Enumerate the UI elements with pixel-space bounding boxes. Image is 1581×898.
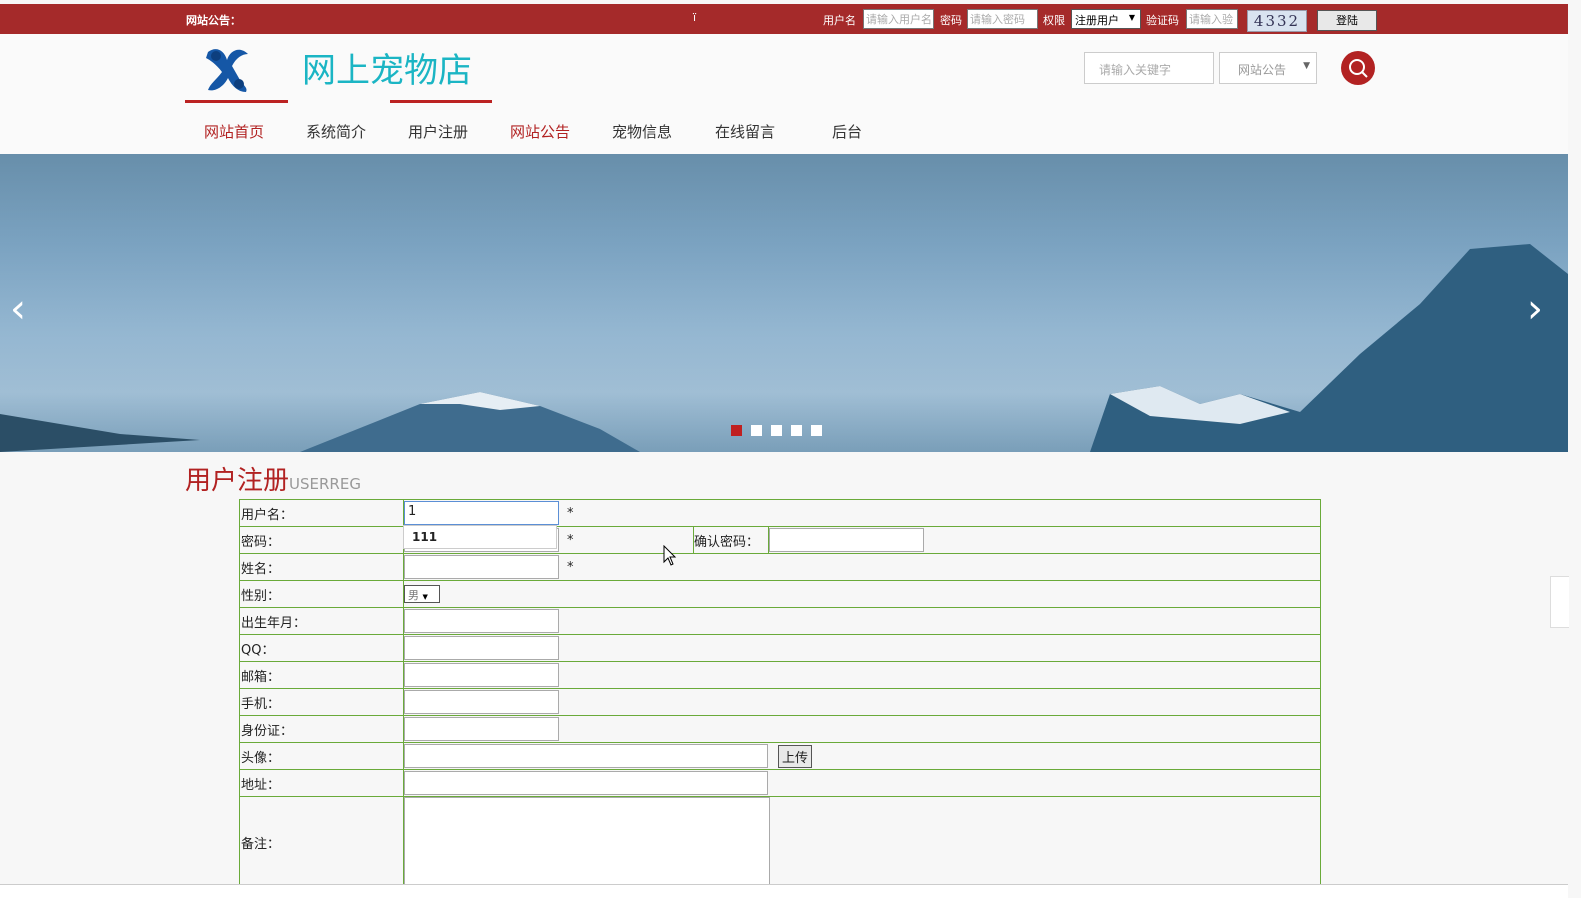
phone-label: 手机： (239, 688, 404, 716)
autocomplete-suggestion[interactable]: 111 (403, 525, 557, 549)
nav-item-home[interactable]: 网站首页 (204, 121, 264, 142)
section-title-text: 用户注册 (185, 466, 290, 496)
required-mark: * (567, 505, 574, 521)
nav-item-notice[interactable]: 网站公告 (510, 121, 570, 142)
notice-marquee: ï (693, 11, 697, 24)
captcha-image[interactable]: 4332 (1247, 10, 1307, 32)
nav-active-indicator (185, 100, 288, 103)
role-select-value: 注册用户 (1075, 14, 1119, 27)
remark-textarea[interactable] (404, 797, 770, 887)
login-captcha-input[interactable]: 请输入验 (1186, 9, 1238, 29)
email-input[interactable] (404, 663, 559, 687)
top-bar: 网站公告： ï 用户名 请输入用户名 密码 请输入密码 权限 注册用户 ▼ 验证… (0, 4, 1568, 34)
nav-item-about[interactable]: 系统简介 (306, 121, 366, 142)
birth-input[interactable] (404, 609, 559, 633)
required-mark: * (567, 532, 574, 548)
header-search-category-select[interactable]: 网站公告 ▼ (1219, 52, 1317, 84)
login-password-input[interactable]: 请输入密码 (967, 9, 1038, 29)
notice-label: 网站公告： (186, 14, 241, 27)
bottom-bar (0, 884, 1568, 898)
avatar-input[interactable] (404, 744, 768, 768)
login-username-label: 用户名 (823, 14, 856, 27)
site-title: 网上宠物店 (302, 51, 472, 91)
slide-dot[interactable] (751, 425, 762, 436)
name-input[interactable] (404, 555, 559, 579)
birth-label: 出生年月： (239, 607, 404, 635)
address-input[interactable] (404, 771, 768, 795)
username-label: 用户名： (239, 499, 404, 527)
name-label: 姓名： (239, 553, 404, 581)
gender-label: 性别： (239, 580, 404, 608)
site-logo-icon[interactable] (202, 46, 252, 94)
slide-dot[interactable] (731, 425, 742, 436)
idcard-input[interactable] (404, 717, 559, 741)
search-category-value: 网站公告 (1238, 63, 1287, 77)
phone-input[interactable] (404, 690, 559, 714)
login-role-select[interactable]: 注册用户 ▼ (1071, 9, 1141, 29)
next-slide-icon[interactable]: › (1527, 286, 1543, 332)
chevron-down-icon: ▼ (1303, 61, 1310, 71)
qq-input[interactable] (404, 636, 559, 660)
gender-select[interactable]: 男 ▼ (404, 585, 440, 603)
section-title: 用户注册USERREG (185, 460, 361, 497)
slide-dot[interactable] (811, 425, 822, 436)
nav-item-messages[interactable]: 在线留言 (715, 121, 775, 142)
site-header: 网上宠物店 请输入关键字 网站公告 ▼ (0, 34, 1568, 105)
login-username-input[interactable]: 请输入用户名 (863, 9, 934, 29)
main-nav: 网站首页 系统简介 用户注册 网站公告 宠物信息 在线留言 后台 (0, 104, 1568, 154)
login-role-label: 权限 (1043, 14, 1065, 27)
prev-slide-icon[interactable]: ‹ (10, 286, 26, 332)
banner-image (0, 154, 1568, 452)
upload-button[interactable]: 上传 (778, 744, 813, 768)
chevron-down-icon: ▼ (422, 593, 428, 601)
mouse-cursor-icon (663, 545, 677, 566)
email-label: 邮箱： (239, 661, 404, 689)
slide-dot[interactable] (771, 425, 782, 436)
confirm-password-input[interactable] (769, 528, 924, 552)
side-float-tab[interactable] (1550, 576, 1569, 628)
username-input[interactable]: 1 (404, 501, 559, 525)
gender-value: 男 (408, 589, 419, 602)
idcard-label: 身份证： (239, 715, 404, 743)
search-button[interactable] (1341, 51, 1375, 85)
remark-label: 备注： (239, 796, 404, 888)
login-button[interactable]: 登陆 (1317, 10, 1377, 31)
password-label: 密码： (239, 526, 404, 554)
nav-item-admin[interactable]: 后台 (832, 121, 862, 142)
banner-slider: ‹ › (0, 154, 1568, 452)
nav-item-pets[interactable]: 宠物信息 (612, 121, 672, 142)
nav-active-indicator (390, 100, 492, 103)
login-captcha-label: 验证码 (1146, 14, 1179, 27)
confirm-password-label: 确认密码： (693, 526, 769, 554)
section-subtitle: USERREG (289, 475, 361, 493)
header-search-input[interactable]: 请输入关键字 (1084, 52, 1214, 84)
avatar-label: 头像： (239, 742, 404, 770)
qq-label: QQ： (239, 634, 404, 662)
login-password-label: 密码 (940, 14, 962, 27)
required-mark: * (567, 559, 574, 575)
nav-item-register[interactable]: 用户注册 (408, 121, 468, 142)
chevron-down-icon: ▼ (1128, 13, 1135, 22)
registration-form: 用户名： 1 * 密码： * 确认密码： 姓名： * 性别： 男 ▼ 出生年月： … (239, 499, 1321, 888)
address-label: 地址： (239, 769, 404, 797)
slide-dot[interactable] (791, 425, 802, 436)
slide-indicators (731, 425, 831, 440)
search-icon (1349, 59, 1368, 78)
